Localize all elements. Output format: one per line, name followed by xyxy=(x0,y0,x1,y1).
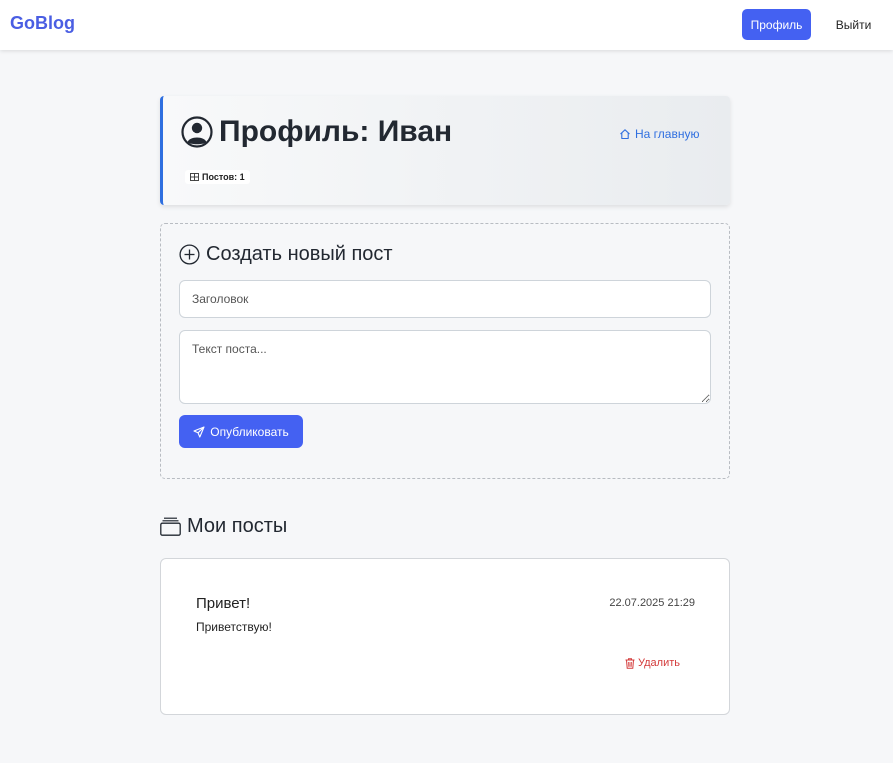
collection-icon xyxy=(160,517,181,536)
home-link-label: На главную xyxy=(635,127,700,141)
delete-post-link[interactable]: Удалить xyxy=(625,657,680,669)
trash-icon xyxy=(625,657,635,669)
house-icon xyxy=(619,128,631,140)
create-post-form: Создать новый пост Опубликовать xyxy=(160,223,730,479)
my-posts-heading-row: Мои посты xyxy=(160,515,287,538)
navbar: GoBlog Профиль Выйти xyxy=(0,0,893,50)
post-body: Приветствую! xyxy=(196,620,272,634)
page-title: Профиль: Иван xyxy=(219,115,453,148)
post-date: 22.07.2025 21:29 xyxy=(609,597,695,609)
post-body-textarea[interactable] xyxy=(179,330,711,404)
publish-button[interactable]: Опубликовать xyxy=(179,415,303,448)
post-card: Привет! 22.07.2025 21:29 Приветствую! Уд… xyxy=(160,558,730,715)
grid-icon xyxy=(190,173,199,181)
plus-circle-icon xyxy=(179,244,200,265)
posts-count-badge: Постов: 1 xyxy=(185,170,250,184)
posts-count-label: Постов: 1 xyxy=(202,172,245,182)
create-post-heading: Создать новый пост xyxy=(206,243,393,265)
post-title: Привет! xyxy=(196,595,251,612)
my-posts-heading: Мои посты xyxy=(187,515,288,537)
send-icon xyxy=(193,425,205,438)
profile-header-card: Профиль: Иван На главную Постов: 1 xyxy=(160,96,730,205)
delete-post-label: Удалить xyxy=(638,657,680,669)
logout-nav-link[interactable]: Выйти xyxy=(826,9,881,40)
brand-logo-link[interactable]: GoBlog xyxy=(10,13,75,34)
publish-button-label: Опубликовать xyxy=(210,424,289,439)
profile-nav-button[interactable]: Профиль xyxy=(742,9,811,40)
home-link[interactable]: На главную xyxy=(619,127,699,141)
post-title-input[interactable] xyxy=(179,280,711,318)
create-post-heading-row: Создать новый пост xyxy=(179,243,393,266)
profile-title-row: Профиль: Иван xyxy=(181,114,452,150)
person-circle-icon xyxy=(181,116,213,148)
